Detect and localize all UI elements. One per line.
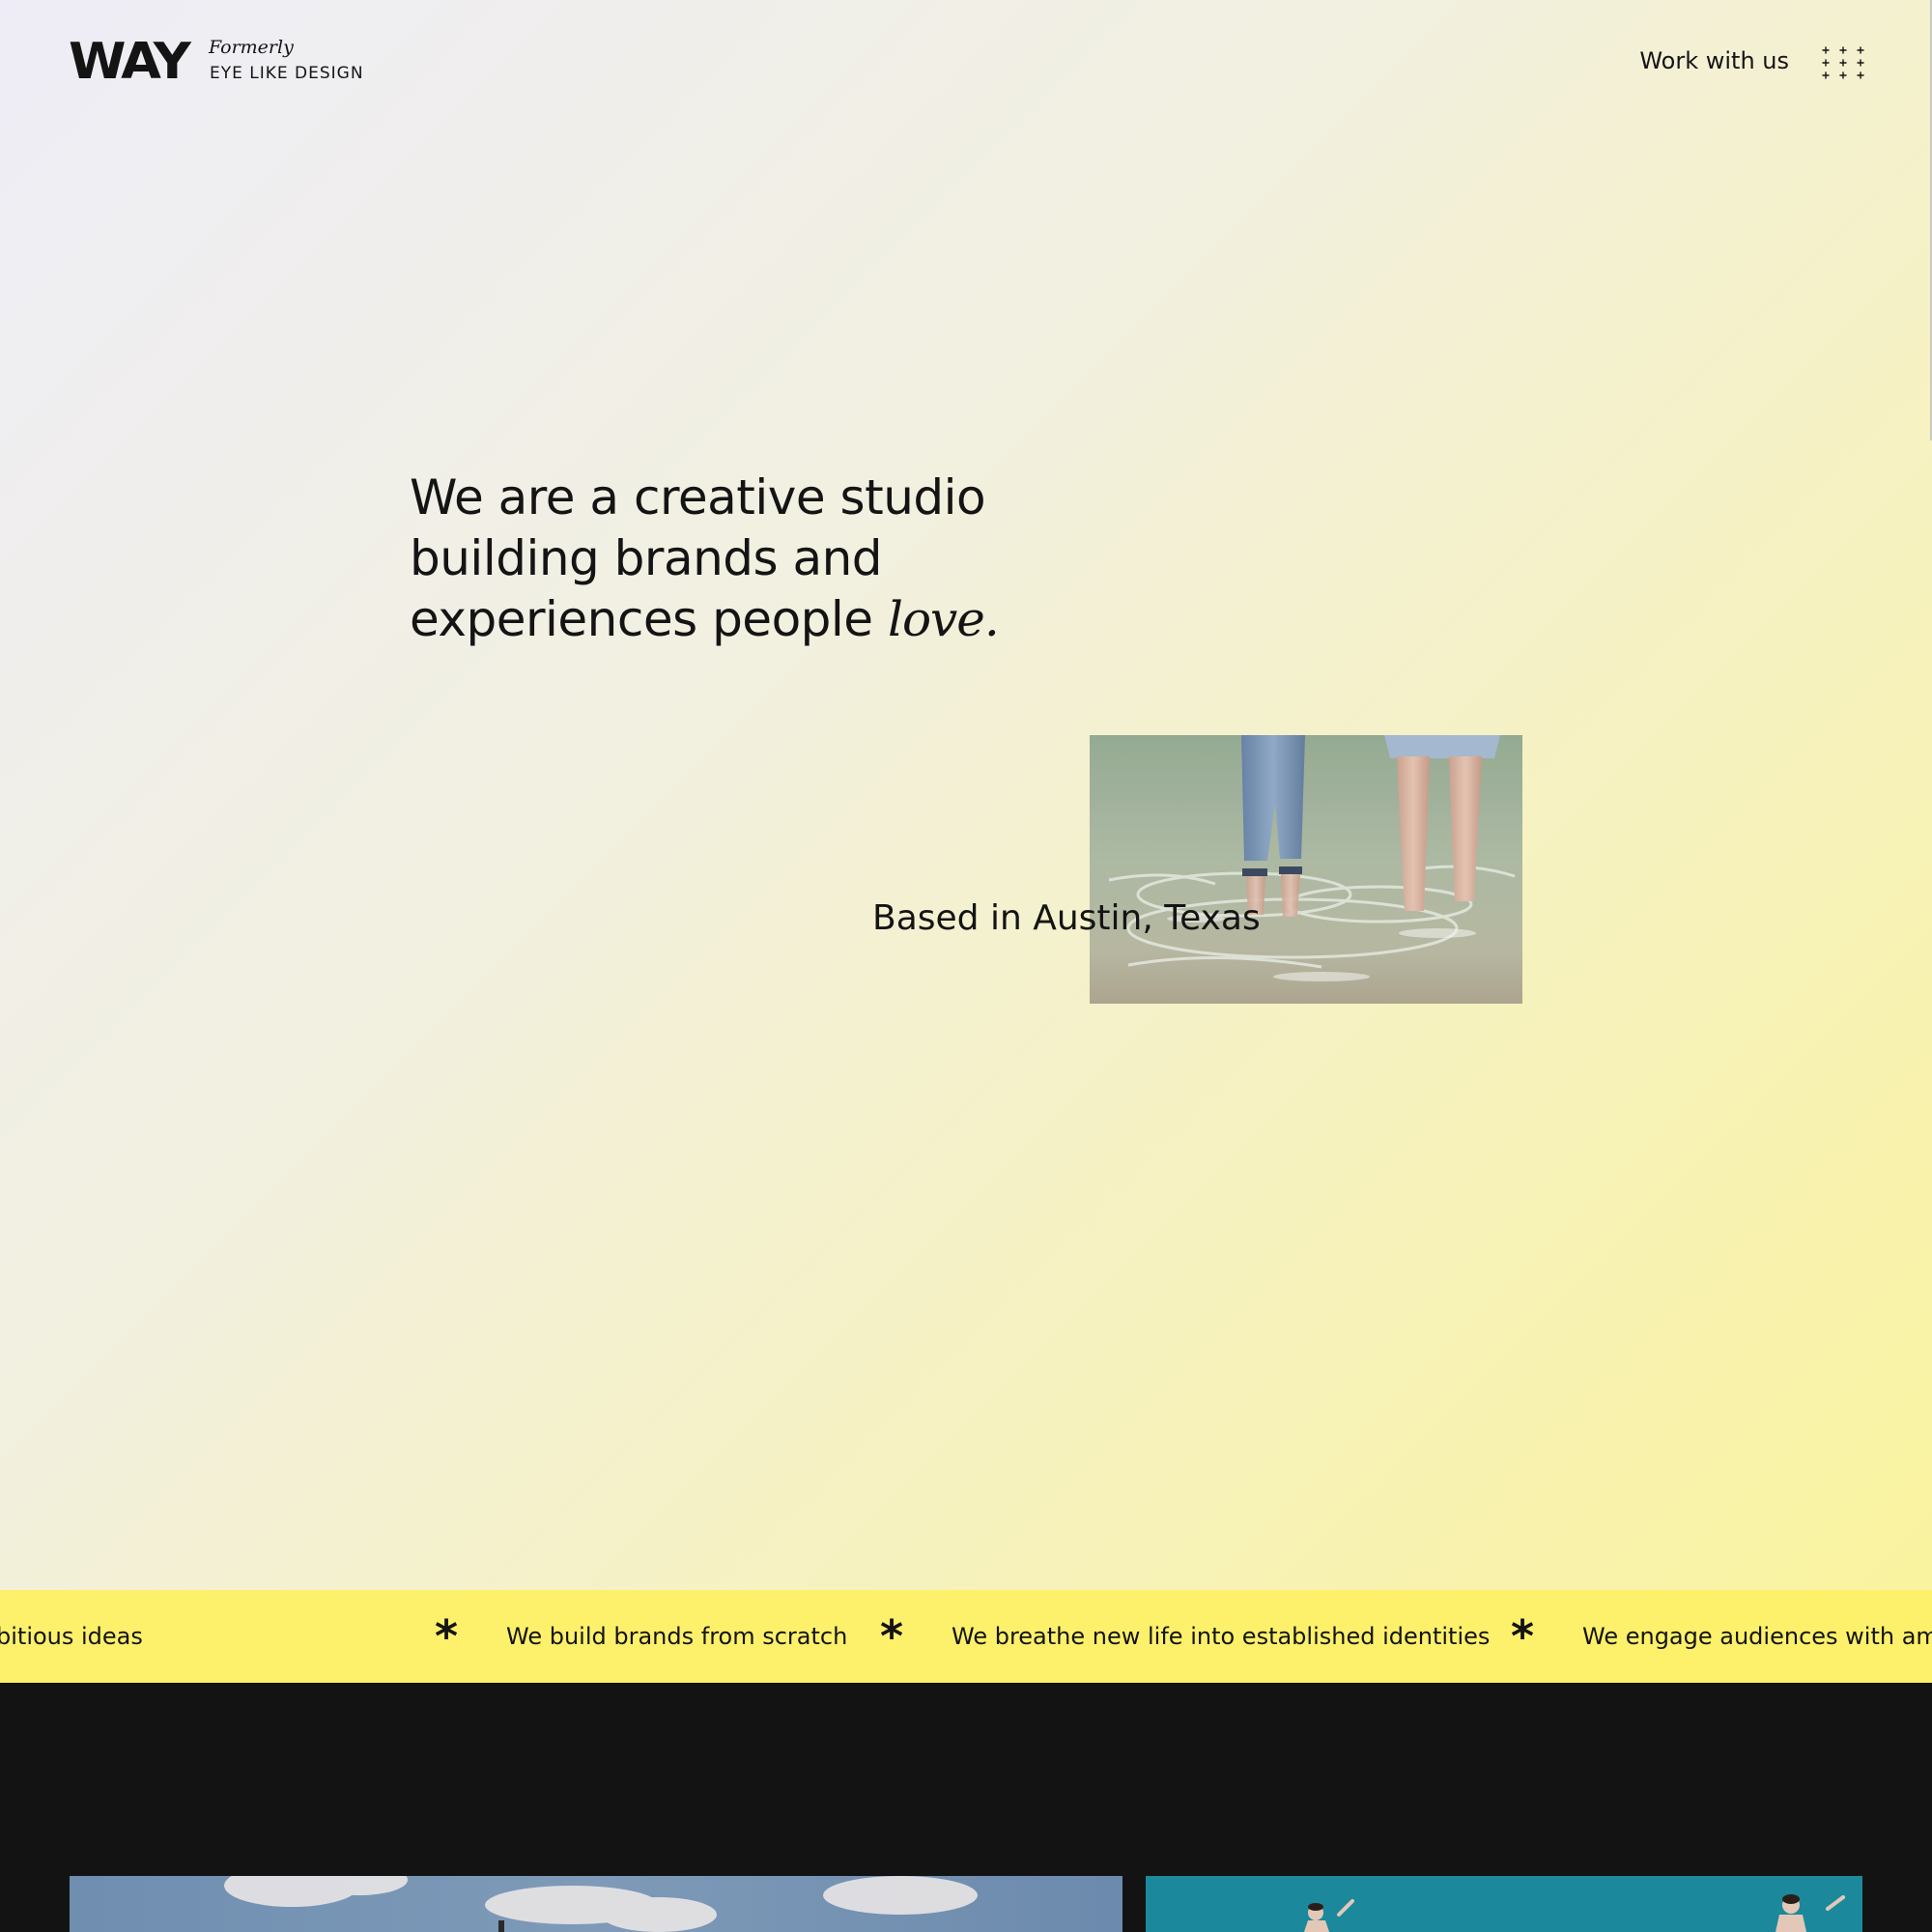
work-with-us-link[interactable]: Work with us bbox=[1639, 49, 1789, 72]
logo-wordmark[interactable]: WAY bbox=[69, 37, 191, 86]
ticker-asterisk-icon: * bbox=[880, 1610, 904, 1662]
hero-section: WAY Formerly EYE LIKE DESIGN Work with u… bbox=[0, 0, 1932, 1590]
hero-headline-accent: love. bbox=[887, 591, 1000, 647]
ticker-item: We build brands from scratch bbox=[506, 1623, 848, 1650]
ticker-item: We engage audiences with amb bbox=[1582, 1623, 1932, 1650]
ticker-item: bitious ideas bbox=[0, 1623, 143, 1650]
hero-headline: We are a creative studio building brands… bbox=[410, 468, 1028, 650]
services-ticker: bitious ideas * We build brands from scr… bbox=[0, 1590, 1932, 1683]
work-card-sky[interactable] bbox=[70, 1876, 1122, 1932]
ticker-asterisk-icon: * bbox=[1511, 1610, 1535, 1662]
work-card-jumping[interactable] bbox=[1146, 1876, 1862, 1932]
ticker-asterisk-icon: * bbox=[435, 1610, 459, 1662]
logo-former-name: EYE LIKE DESIGN bbox=[210, 64, 364, 83]
ticker-item: We breathe new life into established ide… bbox=[952, 1623, 1491, 1650]
hero-photo-wading bbox=[1090, 735, 1522, 1004]
menu-grid-icon[interactable] bbox=[1822, 44, 1864, 81]
logo-formerly-label: Formerly bbox=[209, 37, 294, 58]
work-section bbox=[0, 1683, 1932, 1932]
studio-location: Based in Austin, Texas bbox=[872, 898, 1261, 938]
